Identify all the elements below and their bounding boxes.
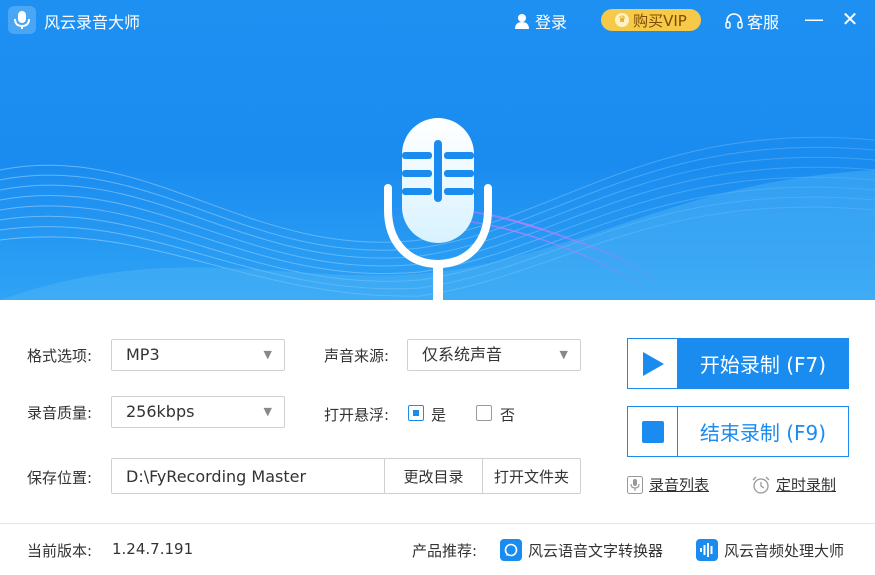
footer-divider	[0, 523, 875, 524]
product2-label: 风云音频处理大师	[724, 541, 845, 560]
service-label: 客服	[747, 13, 780, 32]
headset-icon	[725, 13, 743, 29]
start-recording-button[interactable]: 开始录制 (F7)	[627, 338, 849, 389]
recommend-label: 产品推荐:	[412, 542, 478, 560]
microphone-icon	[384, 118, 492, 300]
recording-list-label: 录音列表	[649, 476, 710, 494]
change-dir-button[interactable]: 更改目录	[384, 459, 482, 493]
float-no-label: 否	[500, 406, 516, 424]
format-select[interactable]: MP3 ▼	[111, 339, 285, 371]
customer-service-button[interactable]: 客服	[725, 9, 779, 33]
timer-recording-label: 定时录制	[776, 476, 837, 494]
save-path-input[interactable]	[112, 459, 384, 493]
vip-label: 购买VIP	[633, 11, 687, 30]
mic-list-icon	[627, 475, 643, 494]
chevron-down-icon: ▼	[263, 405, 272, 418]
login-button[interactable]: 登录	[514, 9, 567, 33]
alarm-clock-icon	[752, 476, 770, 494]
version-label: 当前版本:	[27, 542, 93, 560]
minimize-button[interactable]: —	[801, 6, 827, 32]
app-logo-icon	[8, 6, 36, 34]
stop-recording-button[interactable]: 结束录制 (F9)	[627, 406, 849, 457]
float-yes-checkbox[interactable]	[408, 405, 424, 421]
save-path-group: 更改目录 打开文件夹	[111, 458, 581, 494]
recording-list-link[interactable]: 录音列表	[627, 474, 709, 495]
chevron-down-icon: ▼	[559, 348, 568, 361]
title-bar: 风云录音大师 登录 ♛ 购买VIP 客服 — ✕	[0, 0, 875, 40]
quality-label: 录音质量:	[27, 404, 93, 422]
user-icon	[515, 14, 529, 29]
open-folder-button[interactable]: 打开文件夹	[482, 459, 580, 493]
start-recording-label: 开始录制 (F7)	[678, 339, 848, 388]
product-speech-to-text-link[interactable]: 风云语音文字转换器	[500, 539, 663, 561]
float-label: 打开悬浮:	[324, 406, 390, 424]
source-select[interactable]: 仅系统声音 ▼	[407, 339, 581, 371]
buy-vip-button[interactable]: ♛ 购买VIP	[601, 9, 701, 31]
crown-icon: ♛	[615, 13, 630, 27]
login-label: 登录	[535, 13, 568, 32]
chat-bubble-icon	[500, 539, 522, 561]
quality-value: 256kbps	[126, 402, 195, 421]
product-audio-editor-link[interactable]: 风云音频处理大师	[696, 539, 844, 561]
save-location-label: 保存位置:	[27, 469, 93, 487]
quality-select[interactable]: 256kbps ▼	[111, 396, 285, 428]
app-title: 风云录音大师	[44, 13, 141, 32]
stop-icon	[628, 407, 678, 456]
format-label: 格式选项:	[27, 347, 93, 365]
chevron-down-icon: ▼	[263, 348, 272, 361]
close-button[interactable]: ✕	[837, 6, 863, 32]
product1-label: 风云语音文字转换器	[528, 541, 664, 560]
source-label: 声音来源:	[324, 347, 390, 365]
audio-wave-icon	[696, 539, 718, 561]
hero-banner: 风云录音大师 登录 ♛ 购买VIP 客服 — ✕	[0, 0, 875, 300]
version-value: 1.24.7.191	[112, 540, 194, 558]
stop-recording-label: 结束录制 (F9)	[678, 407, 848, 456]
float-yes-label: 是	[431, 406, 447, 424]
format-value: MP3	[126, 345, 160, 364]
source-value: 仅系统声音	[422, 345, 503, 364]
float-no-checkbox[interactable]	[476, 405, 492, 421]
timer-recording-link[interactable]: 定时录制	[752, 474, 836, 495]
play-icon	[628, 339, 678, 388]
